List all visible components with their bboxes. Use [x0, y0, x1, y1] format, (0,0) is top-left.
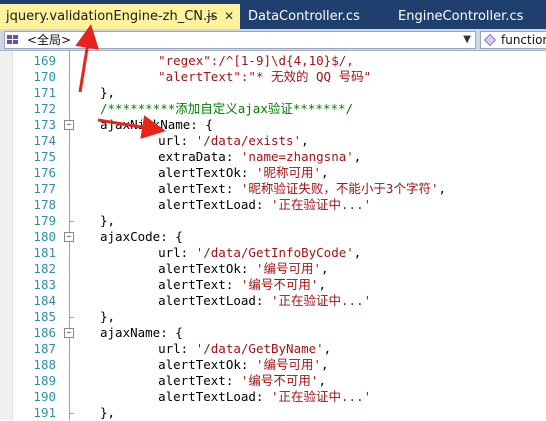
annotation-arrow-tab	[75, 24, 166, 139]
annotation-arrow-code	[97, 115, 166, 139]
